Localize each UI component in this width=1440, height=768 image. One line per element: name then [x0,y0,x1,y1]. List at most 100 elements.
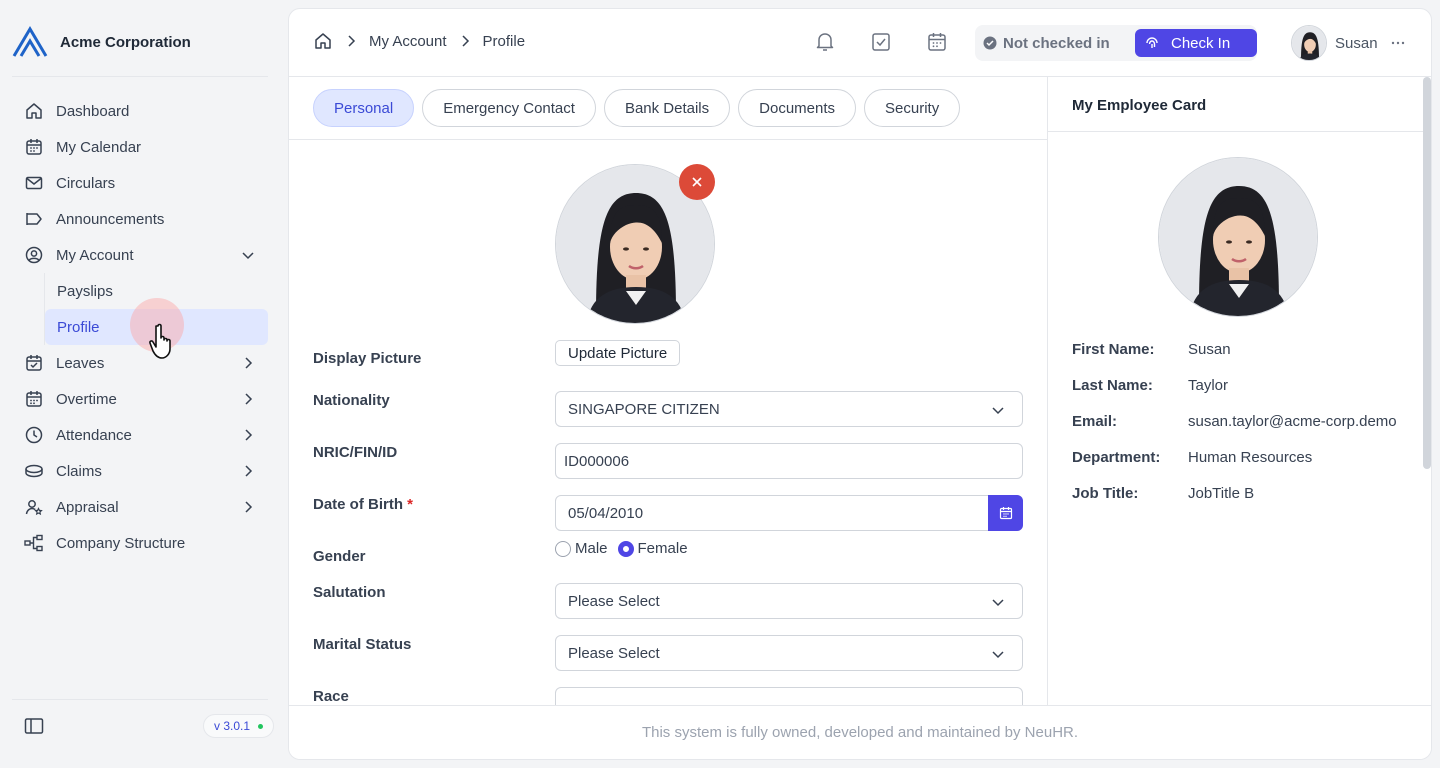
sidebar-item-claims[interactable]: Claims [12,453,268,489]
home-icon[interactable] [313,31,333,51]
main-content: My Account Profile Not checked in Check … [288,8,1432,760]
gender-male-radio[interactable] [555,540,571,557]
user-star-icon [24,497,44,517]
nationality-select[interactable]: SINGAPORE CITIZEN [555,391,1023,427]
sidebar-item-company-structure[interactable]: Company Structure [12,525,268,561]
status-dot [258,723,264,729]
divider [12,699,268,700]
employee-photo [1158,157,1318,317]
chevron-down-icon [992,651,1004,659]
sidebar-item-label: Announcements [56,210,165,228]
avatar-portrait [1159,158,1317,316]
chevron-down-icon [242,252,254,260]
nric-label: NRIC/FIN/ID [313,444,398,461]
sidebar-item-label: Payslips [57,282,113,300]
calendar-icon[interactable] [927,31,947,53]
email-row: Email: susan.taylor@acme-corp.demo [1072,413,1397,430]
salutation-value: Please Select [568,592,660,610]
fingerprint-icon [1146,37,1158,48]
check-in-button[interactable]: Check In [1135,29,1257,57]
tab-emergency-contact[interactable]: Emergency Contact [422,89,596,127]
employee-card: My Employee Card First Name: Susan Last … [1047,77,1431,707]
profile-tabs: Personal Emergency Contact Bank Details … [313,89,968,127]
tab-personal[interactable]: Personal [313,89,415,127]
dob-label-text: Date of Birth [313,496,403,513]
chevron-right-icon [462,35,469,47]
date-picker-button[interactable] [988,495,1023,531]
marital-status-select[interactable]: Please Select [555,635,1023,671]
attendance-status: Not checked in Check In [975,25,1257,61]
dob-value: 05/04/2010 [568,504,644,522]
checkbox-icon[interactable] [871,31,891,53]
sidebar-item-dashboard[interactable]: Dashboard [12,93,268,129]
gender-male-label[interactable]: Male [575,540,608,557]
tab-security[interactable]: Security [864,89,961,127]
sidebar-item-circulars[interactable]: Circulars [12,165,268,201]
calendar-icon [24,137,44,157]
chevron-down-icon [992,599,1004,607]
avatar-portrait [1292,26,1326,60]
sidebar-item-appraisal[interactable]: Appraisal [12,489,268,525]
bell-icon[interactable] [815,31,835,53]
employee-card-title: My Employee Card [1072,97,1207,114]
sidebar-toggle-icon[interactable] [24,716,44,736]
chevron-down-icon [992,407,1004,415]
megaphone-icon [24,209,44,229]
brand[interactable]: Acme Corporation [12,26,191,58]
gender-female-label[interactable]: Female [638,540,688,557]
remove-picture-button[interactable] [679,164,715,200]
last-name-row: Last Name: Taylor [1072,377,1228,394]
coins-icon [24,461,44,481]
email-value: susan.taylor@acme-corp.demo [1188,413,1397,430]
status-text: Not checked in [1003,34,1110,52]
sidebar-item-my-calendar[interactable]: My Calendar [12,129,268,165]
calendar-check-icon [24,353,44,373]
tab-documents[interactable]: Documents [738,89,857,127]
email-key: Email: [1072,413,1118,430]
user-menu[interactable]: Susan [1291,25,1406,61]
dob-input[interactable]: 05/04/2010 [555,495,1023,531]
salutation-select[interactable]: Please Select [555,583,1023,619]
version-text: v 3.0.1 [214,719,251,733]
job-title-row: Job Title: JobTitle B [1072,485,1254,502]
sidebar-item-leaves[interactable]: Leaves [12,345,268,381]
last-name-value: Taylor [1188,377,1229,394]
sidebar-item-label: My Account [56,246,134,264]
required-marker: * [407,496,414,513]
sidebar-item-my-account[interactable]: My Account [12,237,268,273]
more-horizontal-icon[interactable] [1390,35,1406,51]
job-title-key: Job Title: [1072,485,1139,502]
status-check-icon [983,36,997,50]
dob-label: Date of Birth * [313,496,413,513]
chevron-right-icon [245,393,253,405]
sidebar-item-label: Dashboard [56,102,130,120]
footer: This system is fully owned, developed an… [289,705,1431,759]
chevron-right-icon [245,501,253,513]
clock-icon [24,425,44,445]
sidebar-item-announcements[interactable]: Announcements [12,201,268,237]
first-name-key: First Name: [1072,341,1155,358]
calendar-icon [999,507,1012,520]
home-icon [24,101,44,121]
sidebar-item-overtime[interactable]: Overtime [12,381,268,417]
avatar [1291,25,1327,61]
breadcrumb-profile: Profile [482,32,526,50]
calendar-clock-icon [24,389,44,409]
nric-input[interactable]: ID000006 [555,443,1023,479]
sidebar-item-label: Claims [56,462,102,480]
department-row: Department: Human Resources [1072,449,1312,466]
sidebar-item-label: My Calendar [56,138,142,156]
mail-icon [24,173,44,193]
update-picture-button[interactable]: Update Picture [555,340,681,366]
sidebar-item-label: Appraisal [56,498,119,516]
user-name: Susan [1335,34,1378,52]
sidebar-item-attendance[interactable]: Attendance [12,417,268,453]
first-name-value: Susan [1188,341,1231,358]
tab-bank-details[interactable]: Bank Details [603,89,731,127]
breadcrumb: My Account Profile [313,31,525,51]
gender-female-radio[interactable] [617,540,634,557]
scrollbar[interactable] [1423,77,1431,469]
breadcrumb-my-account[interactable]: My Account [369,33,447,50]
nationality-label: Nationality [313,392,390,409]
top-bar: My Account Profile Not checked in Check … [289,9,1431,77]
